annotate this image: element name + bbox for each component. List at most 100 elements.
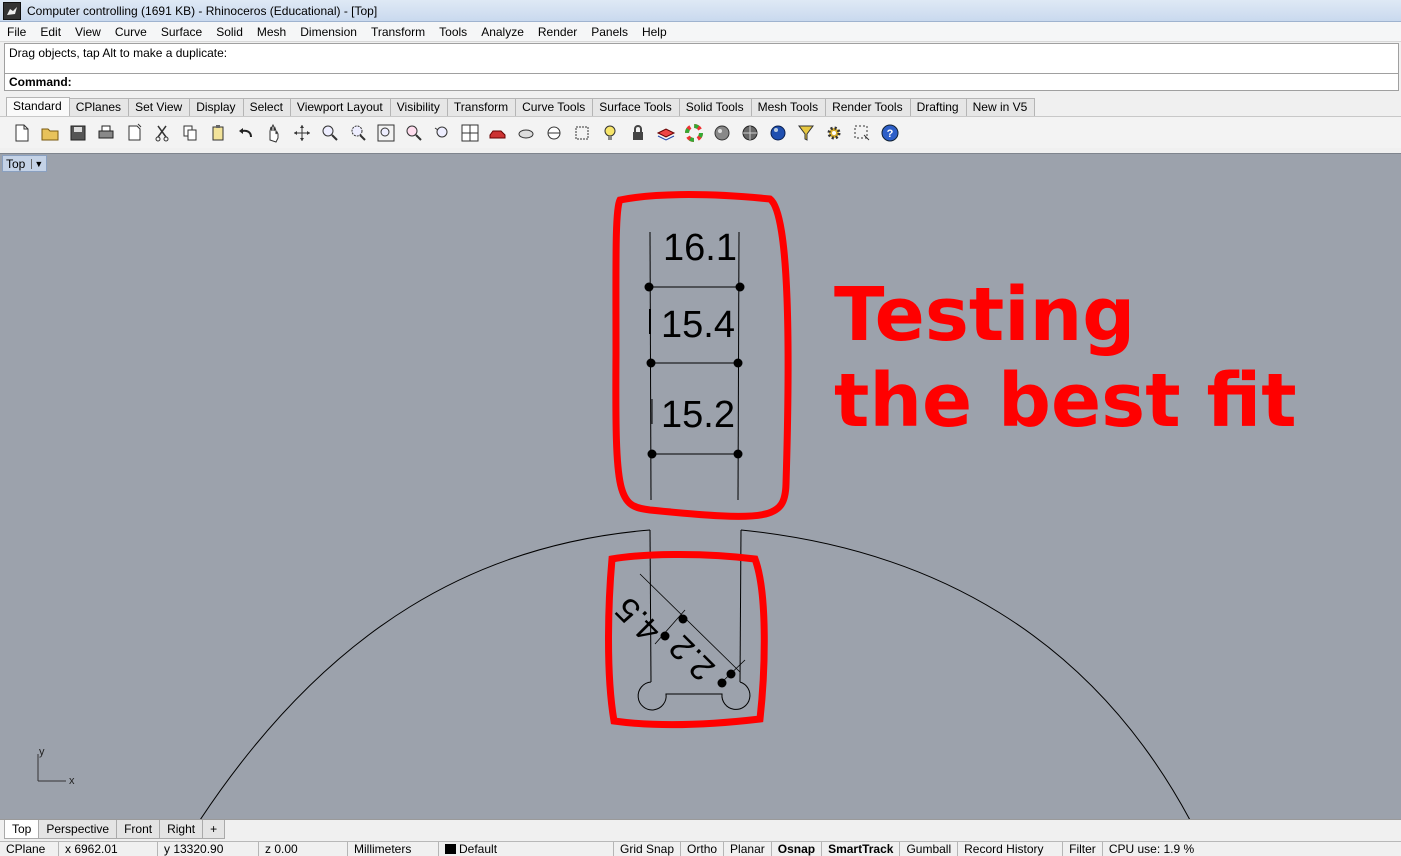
pan-icon[interactable] (262, 121, 286, 145)
zoom-selected-icon[interactable] (402, 121, 426, 145)
status-cplane[interactable]: CPlane (0, 842, 59, 856)
tab-select[interactable]: Select (242, 98, 291, 116)
lock-icon[interactable] (626, 121, 650, 145)
cut-icon[interactable] (150, 121, 174, 145)
menu-analyze[interactable]: Analyze (474, 25, 531, 39)
toggle-grid-snap[interactable]: Grid Snap (614, 842, 682, 856)
tab-mesh-tools[interactable]: Mesh Tools (750, 98, 827, 116)
status-x-coord: x 6962.01 (59, 842, 158, 856)
tab-set-view[interactable]: Set View (128, 98, 191, 116)
menu-tools[interactable]: Tools (432, 25, 474, 39)
open-file-icon[interactable] (38, 121, 62, 145)
rotate-view-icon[interactable] (290, 121, 314, 145)
tab-drafting[interactable]: Drafting (909, 98, 967, 116)
dimension-label: 15.4 (661, 304, 735, 346)
paste-icon[interactable] (206, 121, 230, 145)
display-icon[interactable] (514, 121, 538, 145)
dropdown-arrow-icon[interactable]: ▼ (31, 158, 43, 169)
zoom-window-icon[interactable] (346, 121, 370, 145)
new-file-icon[interactable] (10, 121, 34, 145)
shaded-icon[interactable] (710, 121, 734, 145)
settings-icon[interactable] (822, 121, 846, 145)
print-icon[interactable] (94, 121, 118, 145)
menu-help[interactable]: Help (635, 25, 674, 39)
toggle-smarttrack[interactable]: SmartTrack (822, 842, 901, 856)
menu-view[interactable]: View (68, 25, 108, 39)
ghosted-icon[interactable] (542, 121, 566, 145)
toggle-record-history[interactable]: Record History (958, 842, 1064, 856)
viewport-tab-top[interactable]: Top (4, 820, 40, 839)
undo-icon[interactable] (234, 121, 258, 145)
command-prompt-field[interactable]: Command: (4, 73, 1399, 91)
zoom-extents-icon[interactable] (374, 121, 398, 145)
dimension-label: 15.2 (661, 394, 735, 436)
status-units[interactable]: Millimeters (348, 842, 439, 856)
menu-file[interactable]: File (0, 25, 33, 39)
help-icon[interactable]: ? (878, 121, 902, 145)
tab-surface-tools[interactable]: Surface Tools (592, 98, 680, 116)
save-icon[interactable] (66, 121, 90, 145)
control-point (647, 449, 657, 459)
toggle-osnap[interactable]: Osnap (772, 842, 823, 856)
rendered-icon[interactable] (738, 121, 762, 145)
zoom-icon[interactable] (318, 121, 342, 145)
viewport-title[interactable]: Top ▼ (2, 155, 48, 172)
select-icon[interactable] (850, 121, 874, 145)
menu-surface[interactable]: Surface (154, 25, 209, 39)
xray-icon[interactable] (570, 121, 594, 145)
viewport-canvas[interactable]: 16.1 15.4 15.2 4.5 2.2 Testing the best … (0, 154, 1401, 820)
add-viewport-tab-button[interactable]: + (202, 820, 226, 839)
top-viewport[interactable]: 16.1 15.4 15.2 4.5 2.2 Testing the best … (0, 153, 1401, 820)
import-icon[interactable] (122, 121, 146, 145)
toggle-gumball[interactable]: Gumball (900, 842, 959, 856)
status-layer[interactable]: Default (439, 842, 614, 856)
menu-panels[interactable]: Panels (584, 25, 635, 39)
car-icon[interactable] (486, 121, 510, 145)
menu-bar: File Edit View Curve Surface Solid Mesh … (0, 22, 1401, 42)
toggle-ortho[interactable]: Ortho (681, 842, 725, 856)
toggle-planar[interactable]: Planar (724, 842, 772, 856)
arc-curve (199, 529, 651, 820)
light-icon[interactable] (598, 121, 622, 145)
tab-standard[interactable]: Standard (6, 97, 70, 116)
control-point (646, 358, 656, 368)
tab-new-in-v5[interactable]: New in V5 (965, 98, 1036, 116)
status-cpu: CPU use: 1.9 % (1108, 842, 1195, 856)
title-bar: Computer controlling (1691 KB) - Rhinoce… (0, 0, 1401, 22)
viewport-tab-front[interactable]: Front (116, 820, 161, 839)
command-history: Drag objects, tap Alt to make a duplicat… (4, 43, 1399, 73)
toggle-filter[interactable]: Filter (1063, 842, 1103, 856)
tab-render-tools[interactable]: Render Tools (825, 98, 911, 116)
annotation-text: the best fit (834, 358, 1297, 444)
menu-transform[interactable]: Transform (364, 25, 432, 39)
menu-curve[interactable]: Curve (108, 25, 154, 39)
layer-icon[interactable] (654, 121, 678, 145)
status-bar: CPlane x 6962.01 y 13320.90 z 0.00 Milli… (0, 841, 1401, 856)
tab-display[interactable]: Display (189, 98, 244, 116)
filter-icon[interactable] (794, 121, 818, 145)
menu-mesh[interactable]: Mesh (250, 25, 293, 39)
menu-dimension[interactable]: Dimension (293, 25, 364, 39)
control-point (717, 678, 727, 688)
undo-view-icon[interactable] (430, 121, 454, 145)
viewport-tab-right[interactable]: Right (159, 820, 204, 839)
svg-text:?: ? (887, 128, 894, 140)
four-viewports-icon[interactable] (458, 121, 482, 145)
tab-viewport-layout[interactable]: Viewport Layout (289, 98, 391, 116)
menu-solid[interactable]: Solid (209, 25, 250, 39)
tab-curve-tools[interactable]: Curve Tools (515, 98, 594, 116)
menu-edit[interactable]: Edit (33, 25, 68, 39)
control-point (733, 449, 743, 459)
control-point (678, 614, 688, 624)
viewport-tab-perspective[interactable]: Perspective (38, 820, 118, 839)
copy-icon[interactable] (178, 121, 202, 145)
axis-x-label: x (69, 775, 75, 787)
tab-transform[interactable]: Transform (446, 98, 517, 116)
tab-cplanes[interactable]: CPlanes (68, 98, 130, 116)
color-wheel-icon[interactable] (682, 121, 706, 145)
menu-render[interactable]: Render (531, 25, 584, 39)
tab-visibility[interactable]: Visibility (389, 98, 448, 116)
render-icon[interactable] (766, 121, 790, 145)
rhino-app-icon[interactable] (3, 1, 21, 20)
tab-solid-tools[interactable]: Solid Tools (678, 98, 752, 116)
